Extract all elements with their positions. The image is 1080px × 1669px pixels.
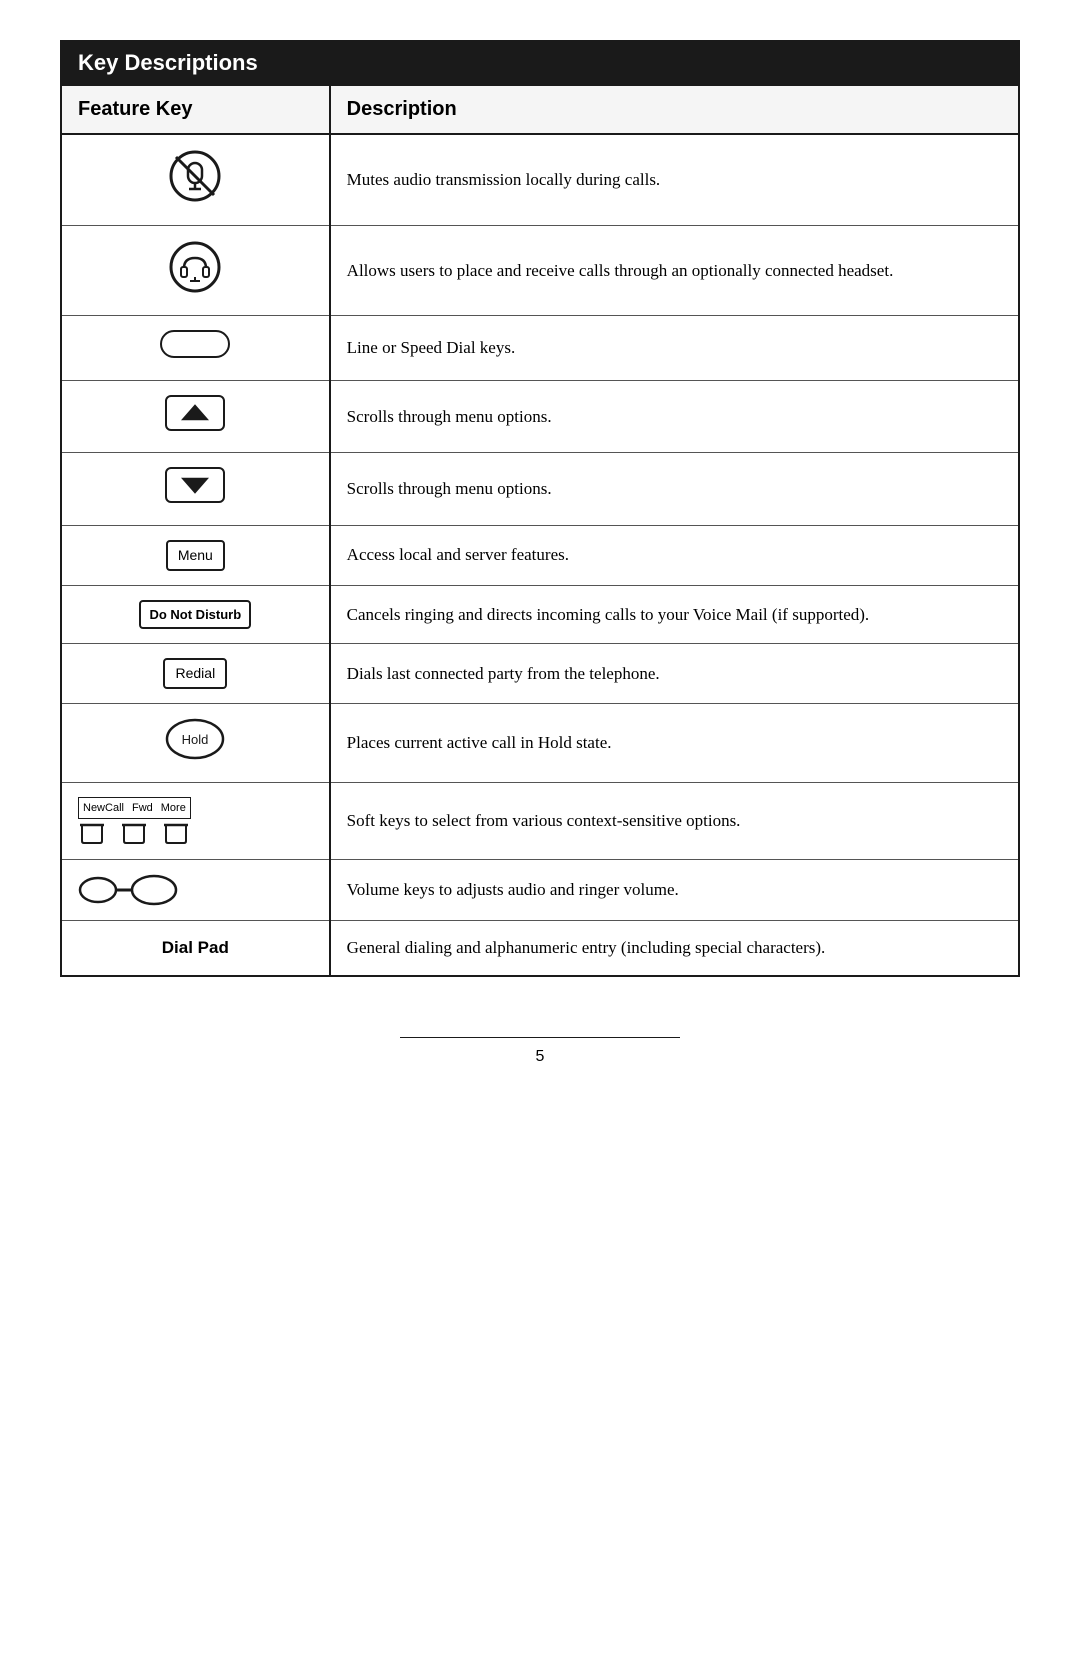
- table-row: Hold Places current active call in Hold …: [62, 704, 1018, 783]
- description-cell-dialpad: General dialing and alphanumeric entry (…: [330, 921, 1018, 975]
- hold-button-icon: Hold: [165, 745, 225, 764]
- feature-key-cell-hold: Hold: [62, 704, 330, 783]
- footer-divider: [400, 1037, 680, 1038]
- table-row: NewCall Fwd More: [62, 782, 1018, 860]
- feature-key-cell-scroll-up: [62, 380, 330, 453]
- feature-key-cell-volume: [62, 860, 330, 921]
- feature-key-cell-line: [62, 316, 330, 381]
- description-cell-scroll-down: Scrolls through menu options.: [330, 453, 1018, 526]
- softkey-1-icon: [78, 823, 106, 845]
- softkey-buttons: [78, 823, 190, 845]
- svg-text:Hold: Hold: [182, 732, 209, 747]
- description-cell-menu: Access local and server features.: [330, 525, 1018, 585]
- table-wrapper: Feature Key Description: [60, 86, 1020, 977]
- page-container: Key Descriptions Feature Key Description: [60, 40, 1020, 1066]
- table-row: Mutes audio transmission locally during …: [62, 134, 1018, 225]
- scroll-down-icon: [165, 467, 225, 503]
- dnd-button-icon: Do Not Disturb: [139, 600, 251, 630]
- table-row: Menu Access local and server features.: [62, 525, 1018, 585]
- feature-key-cell-redial: Redial: [62, 644, 330, 704]
- menu-button-icon: Menu: [166, 540, 225, 571]
- table-row: dial_pad Dial Pad General dialing and al…: [62, 921, 1018, 975]
- line-key-icon: [160, 330, 230, 358]
- feature-key-cell-dialpad: dial_pad Dial Pad: [62, 921, 330, 975]
- description-cell-line: Line or Speed Dial keys.: [330, 316, 1018, 381]
- footer: 5: [60, 977, 1020, 1066]
- feature-key-cell-dnd: Do Not Disturb: [62, 585, 330, 644]
- page-number: 5: [536, 1048, 545, 1066]
- softkey-2-icon: [120, 823, 148, 845]
- table-row: Allows users to place and receive calls …: [62, 225, 1018, 316]
- col-header-feature-key: Feature Key: [62, 86, 330, 134]
- feature-key-cell-headset: [62, 225, 330, 316]
- table-row: Do Not Disturb Cancels ringing and direc…: [62, 585, 1018, 644]
- redial-button-icon: Redial: [163, 658, 227, 689]
- feature-key-cell-softkeys: NewCall Fwd More: [62, 782, 330, 860]
- softkey-fwd-label: Fwd: [132, 800, 153, 817]
- description-cell-volume: Volume keys to adjusts audio and ringer …: [330, 860, 1018, 921]
- scroll-up-icon: [165, 395, 225, 431]
- section-header: Key Descriptions: [60, 40, 1020, 86]
- description-cell-scroll-up: Scrolls through menu options.: [330, 380, 1018, 453]
- table-row: Line or Speed Dial keys.: [62, 316, 1018, 381]
- description-cell-softkeys: Soft keys to select from various context…: [330, 782, 1018, 860]
- feature-key-cell-menu: Menu: [62, 525, 330, 585]
- table-row: Volume keys to adjusts audio and ringer …: [62, 860, 1018, 921]
- section-title: Key Descriptions: [78, 50, 258, 75]
- mute-icon: [168, 188, 222, 207]
- description-cell-dnd: Cancels ringing and directs incoming cal…: [330, 585, 1018, 644]
- softkey-labels: NewCall Fwd More: [78, 797, 191, 820]
- softkey-3-icon: [162, 823, 190, 845]
- col-header-description: Description: [330, 86, 1018, 134]
- volume-keys-icon: [78, 874, 313, 906]
- table-row: Redial Dials last connected party from t…: [62, 644, 1018, 704]
- softkey-more-label: More: [161, 800, 186, 817]
- key-descriptions-table: Feature Key Description: [62, 86, 1018, 975]
- feature-key-cell-mute: [62, 134, 330, 225]
- feature-key-cell-scroll-down: [62, 453, 330, 526]
- table-header-row: Feature Key Description: [62, 86, 1018, 134]
- description-cell-hold: Places current active call in Hold state…: [330, 704, 1018, 783]
- description-cell-redial: Dials last connected party from the tele…: [330, 644, 1018, 704]
- softkey-newcall-label: NewCall: [83, 800, 124, 817]
- table-row: Scrolls through menu options.: [62, 380, 1018, 453]
- table-row: Scrolls through menu options.: [62, 453, 1018, 526]
- headset-icon: [168, 279, 222, 298]
- description-cell-mute: Mutes audio transmission locally during …: [330, 134, 1018, 225]
- dial-pad-text: Dial Pad: [162, 938, 229, 957]
- softkeys-icon: NewCall Fwd More: [78, 797, 313, 846]
- description-cell-headset: Allows users to place and receive calls …: [330, 225, 1018, 316]
